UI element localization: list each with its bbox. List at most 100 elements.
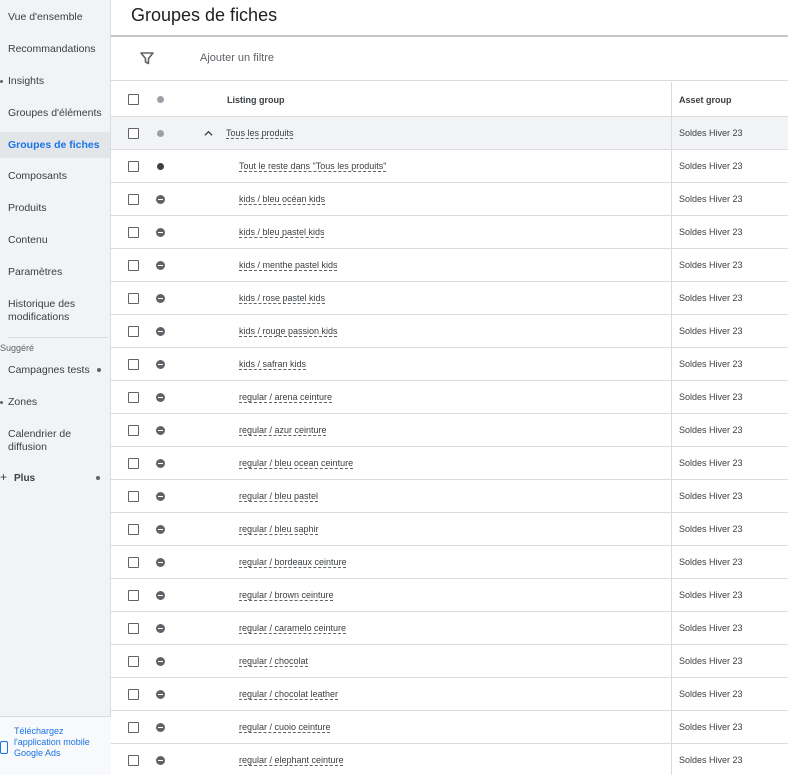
column-divider bbox=[671, 315, 672, 347]
asset-group-name: Soldes Hiver 23 bbox=[679, 293, 743, 303]
chevron-up-icon[interactable] bbox=[204, 129, 213, 138]
table-row[interactable]: regular / elephant ceinture Soldes Hiver … bbox=[111, 744, 788, 775]
listing-group-name[interactable]: Tout le reste dans "Tous les produits" bbox=[239, 161, 386, 171]
table-row[interactable]: regular / bleu pastel Soldes Hiver 23 bbox=[111, 480, 788, 513]
row-checkbox[interactable] bbox=[128, 557, 139, 568]
row-checkbox[interactable] bbox=[128, 128, 139, 139]
listing-group-name[interactable]: regular / cuoio ceinture bbox=[239, 722, 331, 732]
table-row[interactable]: kids / bleu pastel kids Soldes Hiver 23 bbox=[111, 216, 788, 249]
column-header-asset-group[interactable]: Asset group bbox=[679, 95, 732, 105]
listing-group-name[interactable]: regular / azur ceinture bbox=[239, 425, 327, 435]
sidebar-item-settings[interactable]: Paramètres bbox=[8, 266, 108, 279]
listing-group-name[interactable]: regular / bleu pastel bbox=[239, 491, 318, 501]
row-checkbox[interactable] bbox=[128, 194, 139, 205]
listing-group-name[interactable]: regular / bordeaux ceinture bbox=[239, 557, 347, 567]
column-divider bbox=[671, 447, 672, 479]
row-checkbox[interactable] bbox=[128, 722, 139, 733]
filter-icon[interactable] bbox=[139, 50, 155, 66]
row-checkbox[interactable] bbox=[128, 689, 139, 700]
table-row[interactable]: Tous les produits Soldes Hiver 23 bbox=[111, 117, 788, 150]
table-row[interactable]: regular / caramelo ceinture Soldes Hiver … bbox=[111, 612, 788, 645]
asset-group-name: Soldes Hiver 23 bbox=[679, 590, 743, 600]
sidebar-item-ad-schedule[interactable]: Calendrier de diffusion bbox=[8, 428, 88, 454]
table-row[interactable]: Tout le reste dans "Tous les produits" So… bbox=[111, 150, 788, 183]
sidebar-item-more[interactable]: Plus bbox=[14, 473, 35, 484]
sidebar-item-change-history[interactable]: Historique des modifications bbox=[8, 298, 103, 324]
asset-group-name: Soldes Hiver 23 bbox=[679, 359, 743, 369]
minus-circle-icon bbox=[156, 525, 165, 534]
minus-circle-icon bbox=[156, 558, 165, 567]
column-divider bbox=[671, 480, 672, 512]
listing-group-name[interactable]: kids / rose pastel kids bbox=[239, 293, 325, 303]
row-checkbox[interactable] bbox=[128, 458, 139, 469]
listing-group-name[interactable]: Tous les produits bbox=[226, 128, 294, 138]
table-row[interactable]: regular / brown ceinture Soldes Hiver 23 bbox=[111, 579, 788, 612]
row-checkbox[interactable] bbox=[128, 392, 139, 403]
table-row[interactable]: regular / cuoio ceinture Soldes Hiver 23 bbox=[111, 711, 788, 744]
sidebar-item-experiments[interactable]: Campagnes tests bbox=[8, 364, 108, 377]
listing-group-name[interactable]: regular / chocolat bbox=[239, 656, 308, 666]
listing-group-name[interactable]: kids / bleu océan kids bbox=[239, 194, 325, 204]
listing-group-name[interactable]: kids / safran kids bbox=[239, 359, 306, 369]
table-row[interactable]: kids / rose pastel kids Soldes Hiver 23 bbox=[111, 282, 788, 315]
column-divider bbox=[671, 579, 672, 611]
row-checkbox[interactable] bbox=[128, 359, 139, 370]
row-checkbox[interactable] bbox=[128, 161, 139, 172]
sidebar-item-insights[interactable]: Insights bbox=[0, 75, 108, 88]
listing-group-name[interactable]: regular / bleu saphir bbox=[239, 524, 319, 534]
minus-circle-icon bbox=[156, 690, 165, 699]
download-app-link[interactable]: Téléchargez l'application mobile Google … bbox=[14, 726, 104, 759]
table-row[interactable]: regular / arena ceinture Soldes Hiver 23 bbox=[111, 381, 788, 414]
table-row[interactable]: regular / bleu ocean ceinture Soldes Hive… bbox=[111, 447, 788, 480]
row-checkbox[interactable] bbox=[128, 524, 139, 535]
table-row[interactable]: regular / chocolat Soldes Hiver 23 bbox=[111, 645, 788, 678]
row-checkbox[interactable] bbox=[128, 656, 139, 667]
column-header-listing-group[interactable]: Listing group bbox=[227, 95, 285, 105]
listing-group-name[interactable]: regular / elephant ceinture bbox=[239, 755, 344, 765]
listing-group-name[interactable]: kids / rouge passion kids bbox=[239, 326, 338, 336]
download-app-promo[interactable]: Téléchargez l'application mobile Google … bbox=[0, 716, 111, 775]
table-row[interactable]: regular / bleu saphir Soldes Hiver 23 bbox=[111, 513, 788, 546]
asset-group-name: Soldes Hiver 23 bbox=[679, 392, 743, 402]
asset-group-name: Soldes Hiver 23 bbox=[679, 491, 743, 501]
listing-group-name[interactable]: kids / menthe pastel kids bbox=[239, 260, 338, 270]
row-checkbox[interactable] bbox=[128, 326, 139, 337]
row-checkbox[interactable] bbox=[128, 260, 139, 271]
row-checkbox[interactable] bbox=[128, 425, 139, 436]
column-divider bbox=[671, 744, 672, 775]
row-checkbox[interactable] bbox=[128, 755, 139, 766]
sidebar-item-content[interactable]: Contenu bbox=[8, 234, 108, 247]
listing-group-name[interactable]: regular / caramelo ceinture bbox=[239, 623, 346, 633]
column-divider bbox=[671, 150, 672, 182]
add-filter-button[interactable]: Ajouter un filtre bbox=[200, 52, 274, 64]
table-row[interactable]: kids / bleu océan kids Soldes Hiver 23 bbox=[111, 183, 788, 216]
sidebar-item-components[interactable]: Composants bbox=[8, 170, 108, 183]
sidebar-item-overview[interactable]: Vue d'ensemble bbox=[8, 11, 108, 24]
table-row[interactable]: kids / rouge passion kids Soldes Hiver 23 bbox=[111, 315, 788, 348]
listing-group-name[interactable]: regular / chocolat leather bbox=[239, 689, 338, 699]
row-checkbox[interactable] bbox=[128, 491, 139, 502]
row-checkbox[interactable] bbox=[128, 623, 139, 634]
listing-group-name[interactable]: regular / bleu ocean ceinture bbox=[239, 458, 353, 468]
table-row[interactable]: regular / chocolat leather Soldes Hiver 2… bbox=[111, 678, 788, 711]
table-row[interactable]: kids / menthe pastel kids Soldes Hiver 23 bbox=[111, 249, 788, 282]
table-row[interactable]: regular / azur ceinture Soldes Hiver 23 bbox=[111, 414, 788, 447]
sidebar-item-listing-groups[interactable]: Groupes de fiches bbox=[0, 132, 110, 158]
table-row[interactable]: kids / safran kids Soldes Hiver 23 bbox=[111, 348, 788, 381]
sidebar-item-locations[interactable]: Zones bbox=[0, 396, 108, 409]
listing-group-name[interactable]: kids / bleu pastel kids bbox=[239, 227, 325, 237]
sidebar-item-recommendations[interactable]: Recommandations bbox=[8, 43, 108, 56]
row-checkbox[interactable] bbox=[128, 293, 139, 304]
minus-circle-icon bbox=[156, 426, 165, 435]
row-checkbox[interactable] bbox=[128, 590, 139, 601]
sidebar-item-products[interactable]: Produits bbox=[8, 202, 108, 215]
table-row[interactable]: regular / bordeaux ceinture Soldes Hiver … bbox=[111, 546, 788, 579]
column-divider bbox=[671, 381, 672, 413]
listing-group-name[interactable]: regular / arena ceinture bbox=[239, 392, 332, 402]
select-all-checkbox[interactable] bbox=[128, 94, 139, 105]
listing-group-name[interactable]: regular / brown ceinture bbox=[239, 590, 334, 600]
status-dot-icon bbox=[157, 163, 164, 170]
minus-circle-icon bbox=[156, 459, 165, 468]
row-checkbox[interactable] bbox=[128, 227, 139, 238]
sidebar-item-asset-groups[interactable]: Groupes d'éléments bbox=[8, 107, 108, 120]
